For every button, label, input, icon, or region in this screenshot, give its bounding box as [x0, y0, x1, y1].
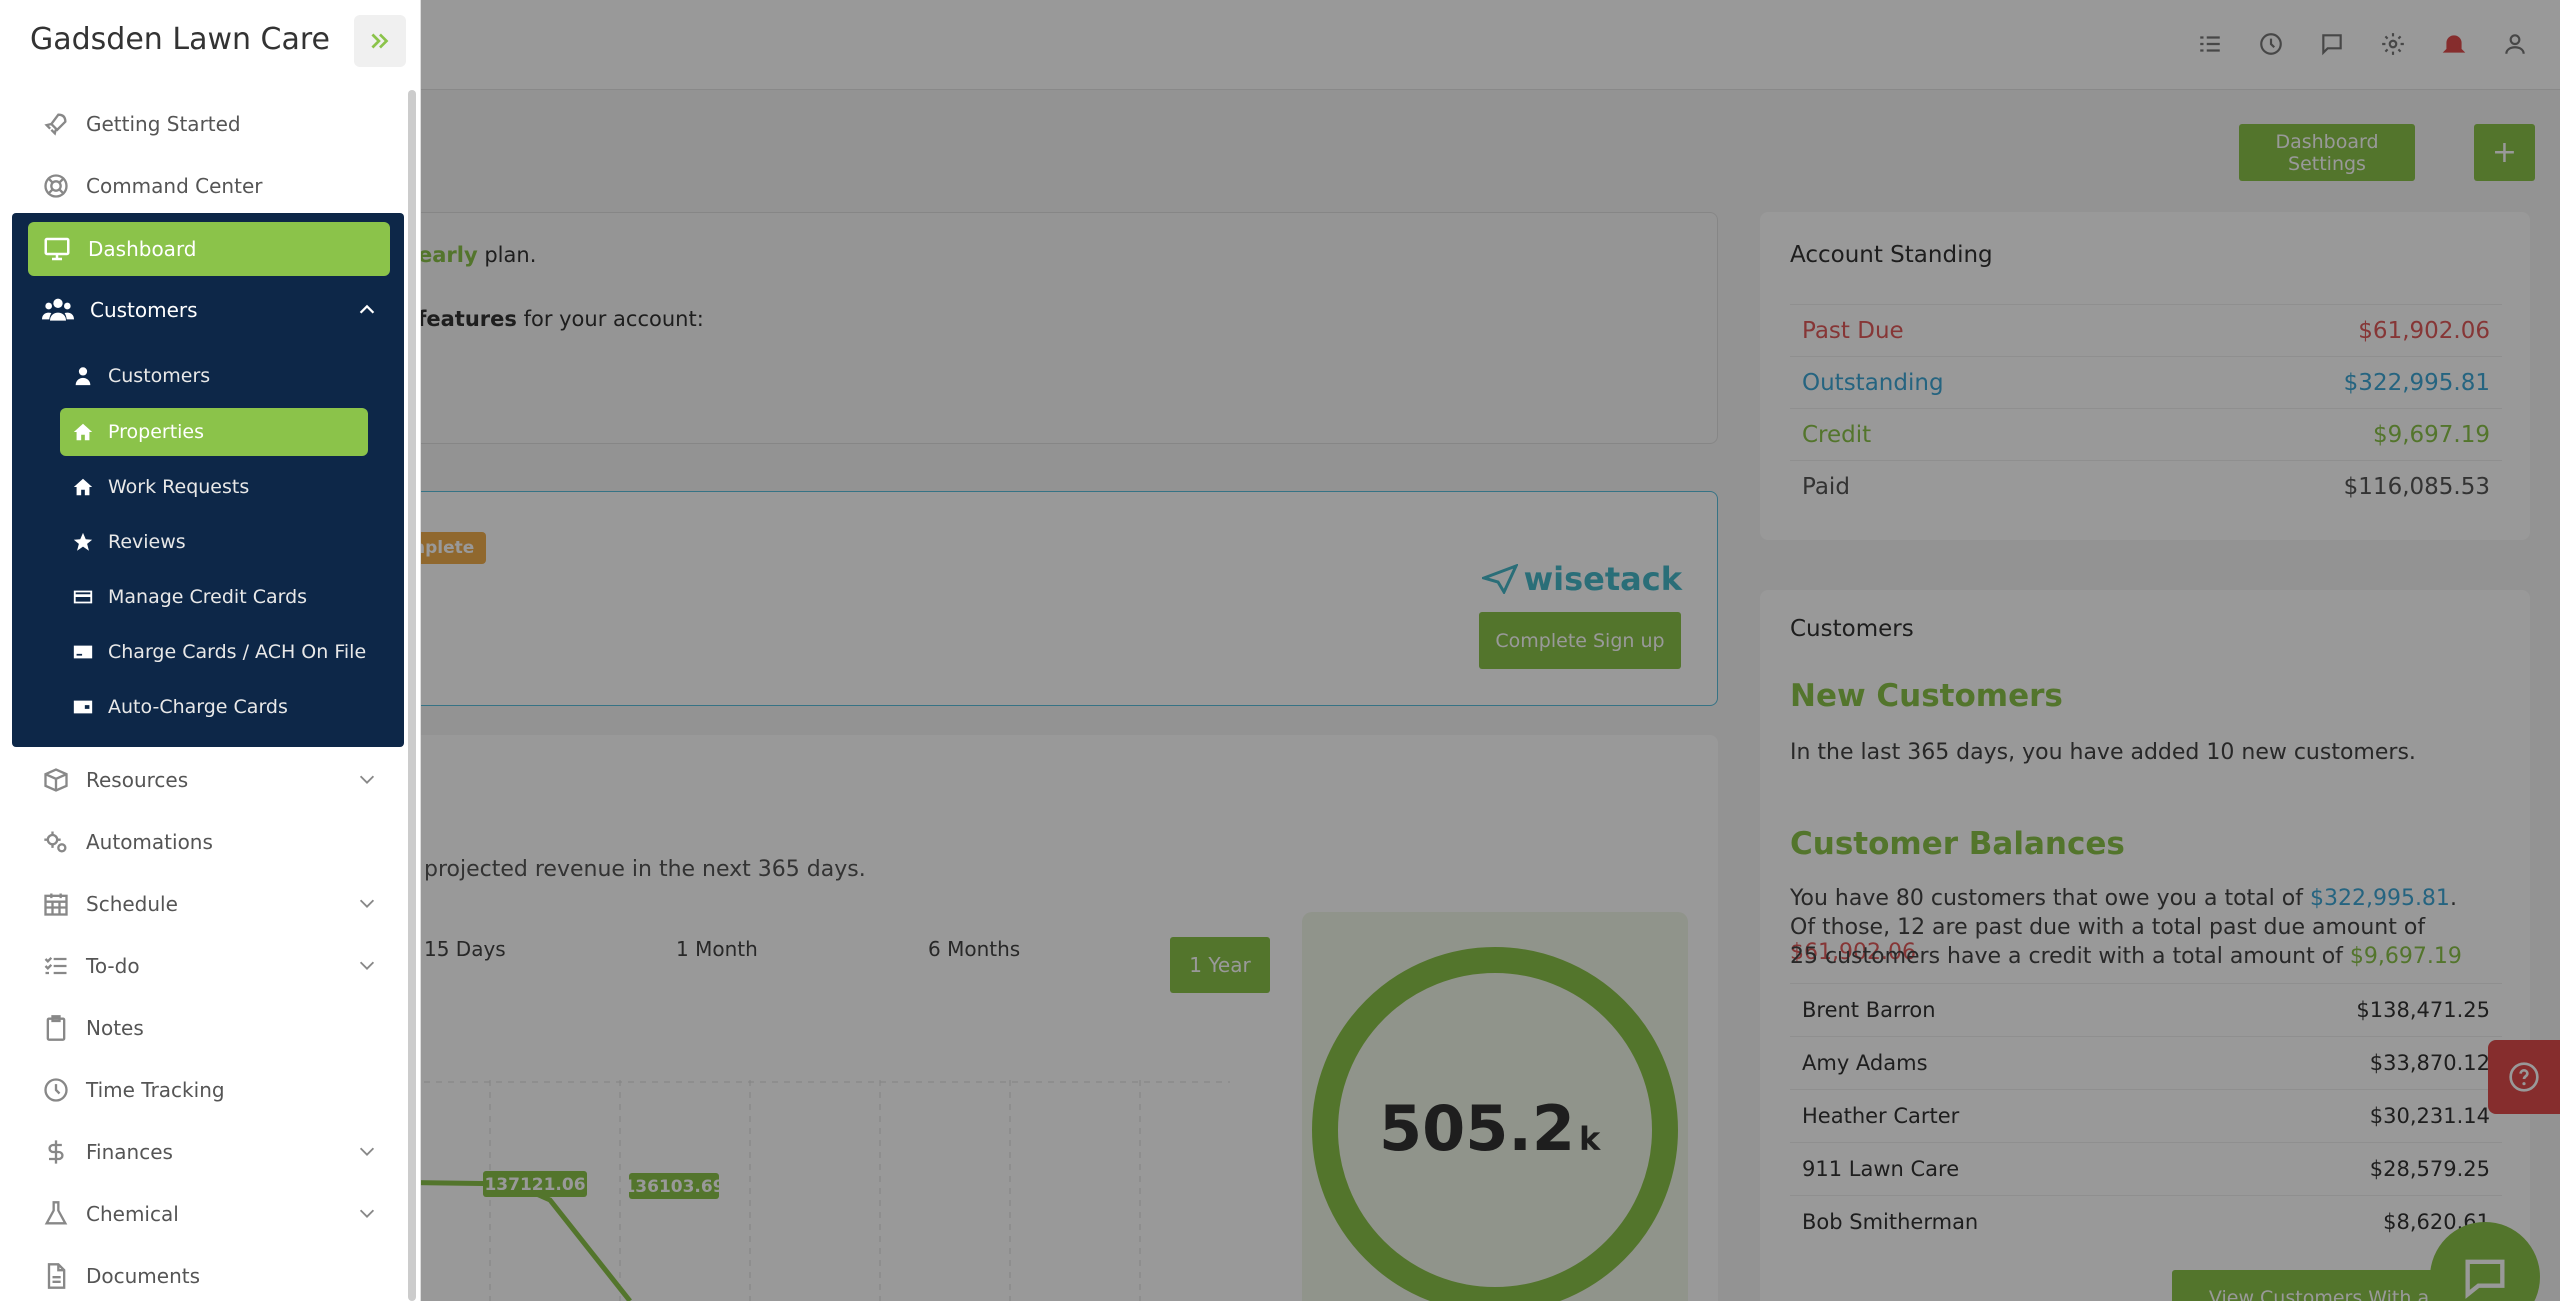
- double-chevron-right-icon: [371, 33, 389, 49]
- star-icon: [73, 532, 93, 551]
- chevron-down-icon: [359, 1147, 375, 1156]
- sidebar: Gadsden Lawn Care Getting Started Comman…: [0, 0, 421, 1301]
- chevron-up-icon: [359, 304, 375, 314]
- sidebar-item-command-center[interactable]: Command Center: [28, 160, 390, 212]
- sidebar-item-label: Getting Started: [86, 112, 241, 136]
- chevron-down-icon: [359, 899, 375, 908]
- sidebar-item-schedule[interactable]: Schedule: [28, 878, 390, 930]
- sidebar-item-dashboard[interactable]: Dashboard: [28, 222, 390, 276]
- clock-icon: [44, 1078, 68, 1102]
- sidebar-item-todo[interactable]: To-do: [28, 940, 390, 992]
- person-icon: [75, 367, 91, 386]
- lifebuoy-icon: [44, 174, 68, 198]
- sidebar-subitem-auto-charge-cards[interactable]: Auto-Charge Cards: [60, 683, 368, 731]
- sidebar-subitem-manage-credit-cards[interactable]: Manage Credit Cards: [60, 573, 368, 621]
- sidebar-subitem-label: Work Requests: [108, 476, 250, 498]
- sidebar-item-notes[interactable]: Notes: [28, 1002, 390, 1054]
- sidebar-item-label: Resources: [86, 768, 189, 792]
- sidebar-item-label: Notes: [86, 1016, 144, 1040]
- credit-card-icon: [73, 590, 93, 604]
- flask-icon: [44, 1201, 68, 1225]
- dollar-icon: [48, 1140, 64, 1164]
- sidebar-subitem-customers[interactable]: Customers: [60, 352, 368, 400]
- chevron-down-icon: [359, 1209, 375, 1218]
- sidebar-item-label: Command Center: [86, 174, 263, 198]
- sidebar-item-documents[interactable]: Documents: [28, 1250, 390, 1301]
- sidebar-item-label: Time Tracking: [86, 1078, 225, 1102]
- clipboard-icon: [46, 1015, 66, 1041]
- sidebar-subitem-charge-cards[interactable]: Charge Cards / ACH On File: [60, 628, 368, 676]
- card-auto-icon: [73, 700, 93, 714]
- sidebar-subitem-label: Customers: [108, 365, 211, 387]
- sidebar-toggle-button[interactable]: [354, 15, 406, 67]
- sidebar-item-customers[interactable]: Customers: [28, 284, 390, 336]
- sidebar-item-label: Finances: [86, 1140, 173, 1164]
- rocket-icon: [44, 113, 67, 136]
- sidebar-item-label: To-do: [86, 954, 140, 978]
- sidebar-subitem-work-requests[interactable]: Work Requests: [60, 463, 368, 511]
- sidebar-scrollbar[interactable]: [408, 90, 416, 1301]
- sidebar-subitem-label: Reviews: [108, 531, 186, 553]
- sidebar-subitem-label: Manage Credit Cards: [108, 586, 308, 608]
- sidebar-item-automations[interactable]: Automations: [28, 816, 390, 868]
- sidebar-item-finances[interactable]: Finances: [28, 1126, 390, 1178]
- sidebar-item-label: Chemical: [86, 1202, 179, 1226]
- document-icon: [47, 1263, 66, 1289]
- sidebar-item-label: Customers: [90, 298, 198, 322]
- sidebar-item-time-tracking[interactable]: Time Tracking: [28, 1064, 390, 1116]
- sidebar-subitem-label: Charge Cards / ACH On File: [108, 641, 367, 663]
- chevron-down-icon: [359, 961, 375, 970]
- sidebar-item-label: Schedule: [86, 892, 178, 916]
- brand-name: Gadsden Lawn Care: [30, 22, 330, 57]
- sidebar-subitem-label: Properties: [108, 421, 205, 443]
- sidebar-item-label: Dashboard: [88, 237, 197, 261]
- house-icon: [73, 478, 93, 496]
- chevron-down-icon: [359, 775, 375, 784]
- sidebar-subitem-label: Auto-Charge Cards: [108, 696, 288, 718]
- sidebar-item-resources[interactable]: Resources: [28, 754, 390, 806]
- sidebar-item-chemical[interactable]: Chemical: [28, 1188, 390, 1240]
- sidebar-item-getting-started[interactable]: Getting Started: [28, 98, 390, 150]
- sidebar-item-label: Documents: [86, 1264, 201, 1288]
- sidebar-item-label: Automations: [86, 830, 213, 854]
- sidebar-subitem-properties[interactable]: Properties: [60, 408, 368, 456]
- users-icon: [42, 298, 74, 321]
- calendar-icon: [44, 893, 68, 916]
- card-charge-icon: [73, 645, 93, 659]
- gears-icon: [44, 831, 67, 853]
- box-icon: [44, 768, 68, 792]
- todo-list-icon: [44, 957, 67, 975]
- monitor-icon: [44, 237, 70, 261]
- house-icon: [73, 423, 93, 441]
- sidebar-subitem-reviews[interactable]: Reviews: [60, 518, 368, 566]
